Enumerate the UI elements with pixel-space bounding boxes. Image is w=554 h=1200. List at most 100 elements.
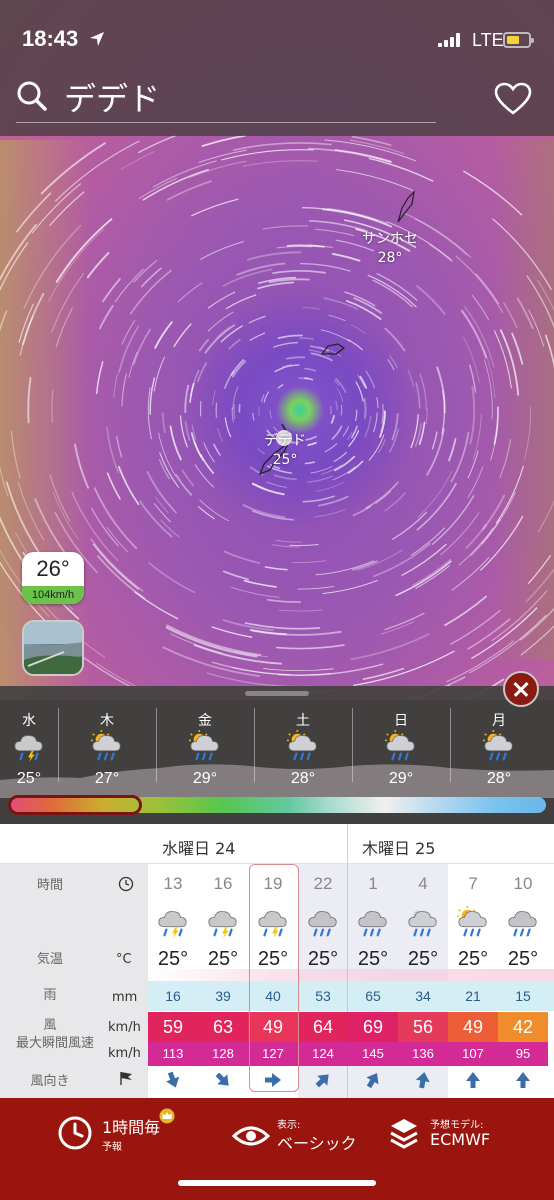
hour-gust: 107	[448, 1042, 498, 1066]
city-label-dededo[interactable]: デデド 25°	[250, 430, 320, 468]
hour-wind: 59	[148, 1012, 198, 1042]
hour-label: 7	[468, 874, 478, 893]
label-time: 時間	[36, 878, 63, 893]
day-color-scale[interactable]	[8, 795, 546, 815]
hour-column[interactable]: 16 25° 39 63 128	[198, 864, 248, 1098]
thunderstorm-icon	[11, 730, 47, 764]
hour-temp: 25°	[357, 948, 389, 970]
hour-column[interactable]: 10 25° 15 42 95	[498, 864, 548, 1098]
model-button[interactable]: 予想モデル: ECMWF	[388, 1110, 528, 1170]
daily-column[interactable]: 月 28°	[450, 706, 548, 794]
hour-label: 1	[368, 874, 378, 893]
day-temp: 28°	[486, 770, 512, 787]
day-divider	[156, 708, 157, 782]
hour-label: 4	[418, 874, 428, 893]
hourly-columns: 13 25° 16 59 113 16 25° 39 63 128 19 25° 40 49 127 22 25…	[148, 864, 554, 1098]
sun-rain-cloud-icon	[89, 730, 125, 764]
daily-column[interactable]: 金 29°	[156, 706, 254, 794]
interval-button[interactable]: 1時間毎 予報	[56, 1108, 206, 1170]
day-temp: 29°	[192, 770, 218, 787]
search-underline	[16, 122, 436, 123]
hour-gust: 136	[398, 1042, 448, 1066]
hour-wind: 63	[198, 1012, 248, 1042]
day-temp: 27°	[94, 770, 120, 787]
day-name: 金	[198, 713, 212, 729]
city-name: デデド	[264, 433, 306, 449]
label-direction: 風向き	[30, 1074, 70, 1089]
heavy-rain-icon	[505, 906, 541, 940]
hour-label: 22	[313, 874, 333, 893]
day-header-thu: 木曜日 25	[362, 839, 436, 858]
search-icon[interactable]	[16, 80, 48, 112]
wind-direction-arrow-icon	[215, 1072, 229, 1086]
label-rain: 雨	[43, 988, 57, 1003]
hour-temp: 25°	[507, 948, 539, 970]
city-temp: 28°	[377, 250, 403, 266]
hour-label: 16	[213, 874, 233, 893]
battery-icon	[503, 32, 534, 48]
hour-gust: 128	[198, 1042, 248, 1066]
unit-wind: km/h	[108, 1020, 141, 1035]
moon-rain-icon	[405, 906, 441, 940]
hour-rain: 16	[165, 988, 181, 1004]
hour-rain: 53	[315, 988, 331, 1004]
daily-column[interactable]: 木 27°	[58, 706, 156, 794]
hour-column[interactable]: 22 25° 53 64 124	[298, 864, 348, 1098]
unit-temp: °C	[116, 952, 132, 967]
hour-rain: 34	[415, 988, 431, 1004]
hour-column[interactable]: 1 25° 65 69 145	[348, 864, 398, 1098]
day-divider	[450, 708, 451, 782]
city-label-san-jose[interactable]: サンホセ 28°	[350, 228, 430, 266]
interval-label: 1時間毎	[102, 1118, 161, 1137]
day-divider	[58, 708, 59, 782]
webcam-thumbnail[interactable]	[22, 620, 84, 676]
island-outline-mid	[320, 343, 346, 355]
hour-temp: 25°	[207, 948, 239, 970]
hour-column[interactable]: 7 25° 21 49 107	[448, 864, 498, 1098]
daily-column[interactable]: 土 28°	[254, 706, 352, 794]
hour-column[interactable]: 4 25° 34 56 136	[398, 864, 448, 1098]
status-time: 18:43	[22, 26, 79, 51]
view-label: ベーシック	[277, 1134, 357, 1153]
interval-sub: 予報	[102, 1142, 122, 1153]
wind-direction-arrow-icon	[315, 1074, 329, 1088]
hour-label: 10	[513, 874, 533, 893]
day-name: 水	[22, 713, 36, 729]
hour-rain: 21	[465, 988, 481, 1004]
hour-rain: 39	[215, 988, 231, 1004]
view-button[interactable]: 表示: ベーシック	[232, 1110, 372, 1170]
daily-column[interactable]: 水 25°	[0, 706, 58, 794]
favorite-heart-icon[interactable]	[494, 82, 532, 116]
close-button[interactable]	[503, 671, 539, 707]
hour-label: 13	[163, 874, 183, 893]
current-temp-badge[interactable]: 26° 104km/h	[22, 552, 84, 604]
hour-temp: 25°	[457, 948, 489, 970]
daily-column[interactable]: 日 29°	[352, 706, 450, 794]
wind-direction-arrow-icon	[166, 1071, 180, 1088]
day-temp: 29°	[388, 770, 414, 787]
hour-gust: 95	[498, 1042, 548, 1066]
day-name: 木	[100, 713, 114, 729]
unit-rain: mm	[112, 990, 138, 1005]
day-divider	[352, 708, 353, 782]
day-header-wed: 水曜日 24	[162, 839, 236, 858]
row-labels: 時間 気温 °C 雨 mm 風 km/h 最大瞬間風速 km/h 風向き	[0, 864, 148, 1098]
selected-day-indicator	[8, 795, 142, 815]
heavy-rain-icon	[355, 906, 391, 940]
cellular-signal-icon	[438, 33, 460, 47]
island-outline-north	[397, 190, 415, 223]
top-bar: 18:43 LTE デデド	[0, 0, 554, 136]
sun-rain-cloud-icon	[285, 730, 321, 764]
model-sub: 予想モデル:	[430, 1120, 484, 1131]
hour-wind: 64	[298, 1012, 348, 1042]
wind-direction-arrow-icon	[466, 1072, 480, 1088]
drag-handle[interactable]	[245, 691, 309, 696]
heavy-rain-icon	[305, 906, 341, 940]
hour-gust: 145	[348, 1042, 398, 1066]
search-input[interactable]: デデド	[64, 74, 160, 120]
thunderstorm-icon	[205, 906, 241, 940]
hour-gust: 124	[298, 1042, 348, 1066]
hour-column[interactable]: 13 25° 16 59 113	[148, 864, 198, 1098]
hour-wind: 42	[498, 1012, 548, 1042]
day-name: 月	[492, 713, 506, 729]
